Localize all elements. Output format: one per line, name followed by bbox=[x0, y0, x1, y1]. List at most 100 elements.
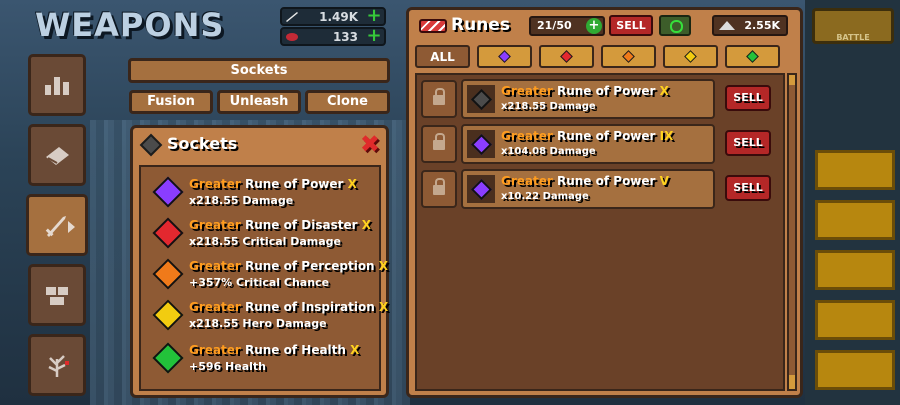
clone-button[interactable]: Clone bbox=[305, 90, 390, 114]
filter-orange[interactable] bbox=[601, 45, 656, 68]
rune-greater: Greater bbox=[501, 129, 553, 143]
socket-greater: Greater bbox=[189, 300, 241, 314]
bg-slot bbox=[815, 350, 895, 390]
socket-row[interactable]: Greater Rune of Disaster X x218.55 Criti… bbox=[141, 214, 381, 255]
gem-icon bbox=[152, 258, 184, 290]
runes-scrollbar[interactable] bbox=[787, 73, 797, 391]
filter-red[interactable] bbox=[539, 45, 594, 68]
currency-damage: 1.49K + bbox=[280, 7, 386, 26]
rune-sell-button[interactable]: SELL bbox=[725, 175, 771, 201]
rune-card[interactable]: Greater Rune of Power X x218.55 Damage bbox=[461, 79, 715, 119]
battle-label: BATTLE bbox=[836, 33, 870, 42]
stats-icon bbox=[45, 77, 69, 95]
socket-name: Rune of Power bbox=[244, 177, 344, 191]
runes-icon bbox=[419, 19, 447, 33]
socket-row[interactable]: Greater Rune of Power X x218.55 Damage bbox=[141, 173, 381, 214]
rune-stat: Damage bbox=[549, 146, 596, 157]
socket-greater: Greater bbox=[189, 259, 241, 273]
runes-panel-title: Runes bbox=[451, 15, 510, 35]
rune-gem-icon bbox=[470, 88, 493, 111]
yellow-gem-icon bbox=[684, 50, 697, 63]
socket-greater: Greater bbox=[189, 218, 241, 232]
socket-value: +596 bbox=[189, 360, 222, 373]
lock-button[interactable] bbox=[421, 125, 457, 163]
red-gem-icon bbox=[560, 50, 573, 63]
rune-rank: V bbox=[659, 174, 669, 188]
gem-icon bbox=[152, 217, 184, 249]
lock-button[interactable] bbox=[421, 80, 457, 118]
side-nav bbox=[0, 52, 98, 405]
nav-tab-book[interactable] bbox=[28, 124, 86, 186]
socket-rank: X bbox=[378, 259, 389, 273]
filter-all[interactable]: ALL bbox=[415, 45, 470, 68]
rune-value: x10.22 bbox=[501, 191, 540, 202]
rune-value: x218.55 bbox=[501, 101, 547, 112]
fusion-button[interactable]: Fusion bbox=[129, 90, 213, 114]
socket-greater: Greater bbox=[189, 343, 241, 357]
bg-slot bbox=[815, 250, 895, 290]
toggle-icon[interactable] bbox=[659, 15, 691, 36]
scrollbar-thumb[interactable] bbox=[789, 85, 795, 375]
socket-value: x218.55 bbox=[189, 235, 239, 248]
currency-damage-value: 1.49K bbox=[319, 10, 358, 24]
add-ruby-button[interactable]: + bbox=[365, 27, 383, 45]
socket-row[interactable]: Greater Rune of Health X +596 Health bbox=[141, 339, 381, 380]
battle-button[interactable]: BATTLE bbox=[812, 8, 894, 44]
rune-gem-icon bbox=[470, 133, 493, 156]
socket-name: Rune of Inspiration bbox=[244, 300, 375, 314]
rune-row: Greater Rune of Power IX x104.08 Damage … bbox=[417, 123, 785, 166]
orange-gem-icon bbox=[622, 50, 635, 63]
lock-button[interactable] bbox=[421, 170, 457, 208]
gem-icon bbox=[152, 299, 184, 331]
rune-stat: Damage bbox=[549, 101, 596, 112]
nav-tab-pets[interactable] bbox=[28, 264, 86, 326]
sell-mode-button[interactable]: SELL bbox=[609, 15, 653, 36]
add-rune-slots-button[interactable]: + bbox=[586, 18, 602, 34]
filter-green[interactable] bbox=[725, 45, 780, 68]
rune-value: x104.08 bbox=[501, 146, 547, 157]
rune-row: Greater Rune of Power X x218.55 Damage S… bbox=[417, 78, 785, 121]
pets-icon bbox=[46, 287, 68, 305]
nav-tab-weapons[interactable] bbox=[26, 194, 88, 256]
rune-name: Rune of Power bbox=[556, 84, 656, 98]
rune-card[interactable]: Greater Rune of Power IX x104.08 Damage bbox=[461, 124, 715, 164]
socket-value: +357% bbox=[189, 276, 233, 289]
gem-icon bbox=[152, 342, 184, 374]
socket-name: Rune of Health bbox=[244, 343, 346, 357]
dust-icon bbox=[719, 21, 735, 30]
background-right-column bbox=[805, 0, 900, 405]
unleash-button[interactable]: Unleash bbox=[217, 90, 301, 114]
socket-name: Rune of Disaster bbox=[244, 218, 358, 232]
bg-slot bbox=[815, 200, 895, 240]
rune-count-text: 21/50 bbox=[537, 19, 572, 32]
green-gem-icon bbox=[746, 50, 759, 63]
rune-sell-button[interactable]: SELL bbox=[725, 130, 771, 156]
dust-value: 2.55K bbox=[744, 19, 780, 32]
nav-tab-stats[interactable] bbox=[28, 54, 86, 116]
filter-purple[interactable] bbox=[477, 45, 532, 68]
filter-all-label: ALL bbox=[430, 49, 455, 64]
close-icon[interactable]: ✖ bbox=[360, 130, 380, 158]
filter-yellow[interactable] bbox=[663, 45, 718, 68]
purple-gem-icon bbox=[498, 50, 511, 63]
socket-row[interactable]: Greater Rune of Inspiration X x218.55 He… bbox=[141, 296, 388, 337]
sword-damage-icon bbox=[286, 12, 298, 22]
socket-stat: Critical Chance bbox=[236, 276, 330, 289]
add-damage-button[interactable]: + bbox=[365, 7, 383, 25]
dust-currency: 2.55K bbox=[712, 15, 788, 36]
rune-card[interactable]: Greater Rune of Power V x10.22 Damage bbox=[461, 169, 715, 209]
sockets-tab-header[interactable]: Sockets bbox=[128, 58, 390, 83]
lock-icon bbox=[433, 88, 445, 105]
sockets-panel: Sockets ✖ Greater Rune of Power X x218.5… bbox=[130, 125, 389, 398]
nav-tab-skill-tree[interactable] bbox=[28, 334, 86, 396]
rune-name: Rune of Power bbox=[556, 174, 656, 188]
page-title: WEAPONS bbox=[35, 6, 225, 44]
socket-row[interactable]: Greater Rune of Perception X +357% Criti… bbox=[141, 255, 388, 296]
socket-rank: X bbox=[361, 218, 371, 232]
lock-icon bbox=[433, 178, 445, 195]
rune-sell-button[interactable]: SELL bbox=[725, 85, 771, 111]
skill-tree-icon bbox=[48, 355, 69, 377]
rune-name: Rune of Power bbox=[556, 129, 656, 143]
rune-greater: Greater bbox=[501, 174, 553, 188]
book-icon bbox=[46, 147, 69, 165]
